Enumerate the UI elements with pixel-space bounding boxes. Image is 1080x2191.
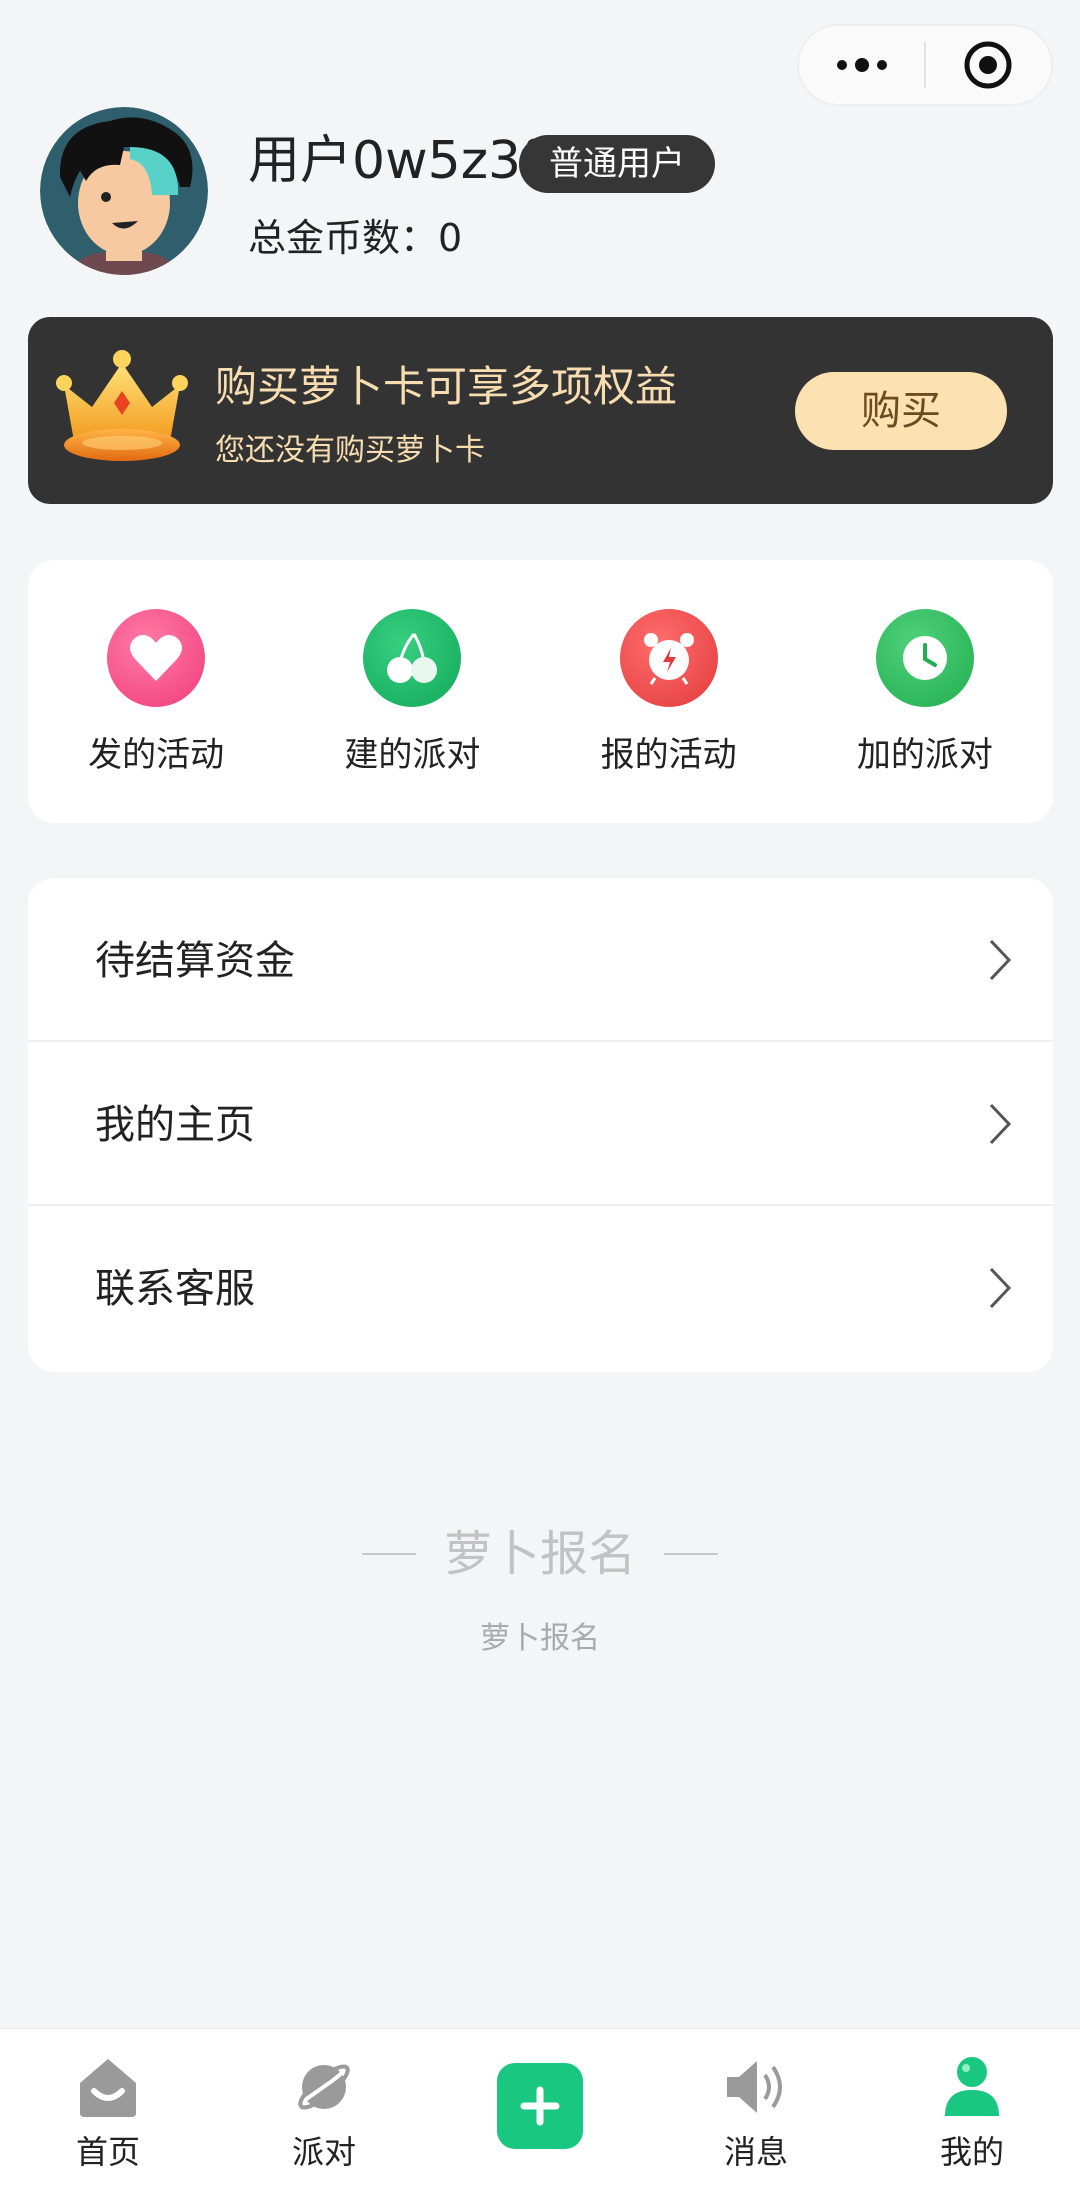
plus-icon [497, 2063, 583, 2149]
tab-mine[interactable]: 我的 [864, 2029, 1080, 2191]
menu-item-label: 我的主页 [95, 1102, 255, 1148]
menu-item-my-homepage[interactable]: 我的主页 [28, 1042, 1053, 1206]
chevron-right-icon [989, 1103, 1012, 1145]
user-icon [936, 2051, 1008, 2123]
menu-item-contact-support[interactable]: 联系客服 [28, 1206, 1053, 1372]
avatar[interactable] [40, 107, 208, 275]
vip-title: 购买萝卜卡可享多项权益 [215, 362, 678, 411]
user-level-badge: 普通用户 [519, 135, 715, 193]
quick-actions: 发的活动 建的派对 报的活动 加的派对 [28, 560, 1053, 823]
coins-summary: 总金币数：0 [248, 210, 462, 266]
crown-icon [56, 350, 188, 461]
tab-label: 首页 [75, 2133, 140, 2171]
clock-icon [875, 609, 974, 707]
home-icon [72, 2051, 144, 2123]
tab-create[interactable] [432, 2029, 648, 2191]
action-joined-parties[interactable]: 加的派对 [797, 560, 1053, 823]
divider [664, 1553, 718, 1555]
action-registered-activities[interactable]: 报的活动 [541, 560, 797, 823]
target-icon [964, 41, 1012, 89]
alarm-clock-icon [619, 609, 718, 707]
action-label: 报的活动 [600, 735, 737, 775]
cherry-icon [363, 609, 462, 707]
brand-subtext: 萝卜报名 [480, 1621, 600, 1656]
brand-text: 萝卜报名 [443, 1526, 636, 1582]
action-created-parties[interactable]: 建的派对 [284, 560, 540, 823]
tab-label: 我的 [939, 2133, 1004, 2171]
close-button[interactable] [926, 26, 1051, 104]
tab-home[interactable]: 首页 [0, 2029, 216, 2191]
planet-icon [288, 2051, 360, 2123]
heart-icon [107, 609, 206, 707]
tab-messages[interactable]: 消息 [648, 2029, 864, 2191]
menu-item-pending-funds[interactable]: 待结算资金 [28, 878, 1053, 1042]
buy-button[interactable]: 购买 [795, 372, 1007, 450]
menu-item-label: 待结算资金 [95, 938, 295, 984]
tab-label: 消息 [723, 2133, 788, 2171]
vip-subtitle: 您还没有购买萝卜卡 [215, 433, 485, 468]
tab-bar: 首页 派对 消息 我的 [0, 2028, 1080, 2191]
divider [361, 1553, 416, 1555]
vip-card-banner[interactable]: 购买萝卜卡可享多项权益 您还没有购买萝卜卡 购买 [28, 317, 1053, 504]
tab-party[interactable]: 派对 [216, 2029, 432, 2191]
menu-item-label: 联系客服 [95, 1266, 255, 1312]
coins-value: 0 [438, 216, 463, 260]
chevron-right-icon [989, 1267, 1012, 1309]
chevron-right-icon [989, 939, 1012, 981]
action-label: 加的派对 [856, 735, 993, 775]
username: 用户0w5z3f [248, 131, 540, 191]
action-label: 建的派对 [344, 735, 481, 775]
action-published-activities[interactable]: 发的活动 [28, 560, 284, 823]
footer-brand: 萝卜报名 [0, 1524, 1080, 1584]
speaker-icon [720, 2051, 792, 2123]
mini-program-capsule [797, 24, 1053, 106]
tab-label: 派对 [291, 2133, 356, 2171]
coins-label: 总金币数： [248, 216, 439, 260]
more-dots-icon [836, 58, 887, 72]
menu-list: 待结算资金 我的主页 联系客服 [28, 878, 1053, 1372]
more-button[interactable] [799, 26, 924, 104]
action-label: 发的活动 [88, 735, 225, 775]
